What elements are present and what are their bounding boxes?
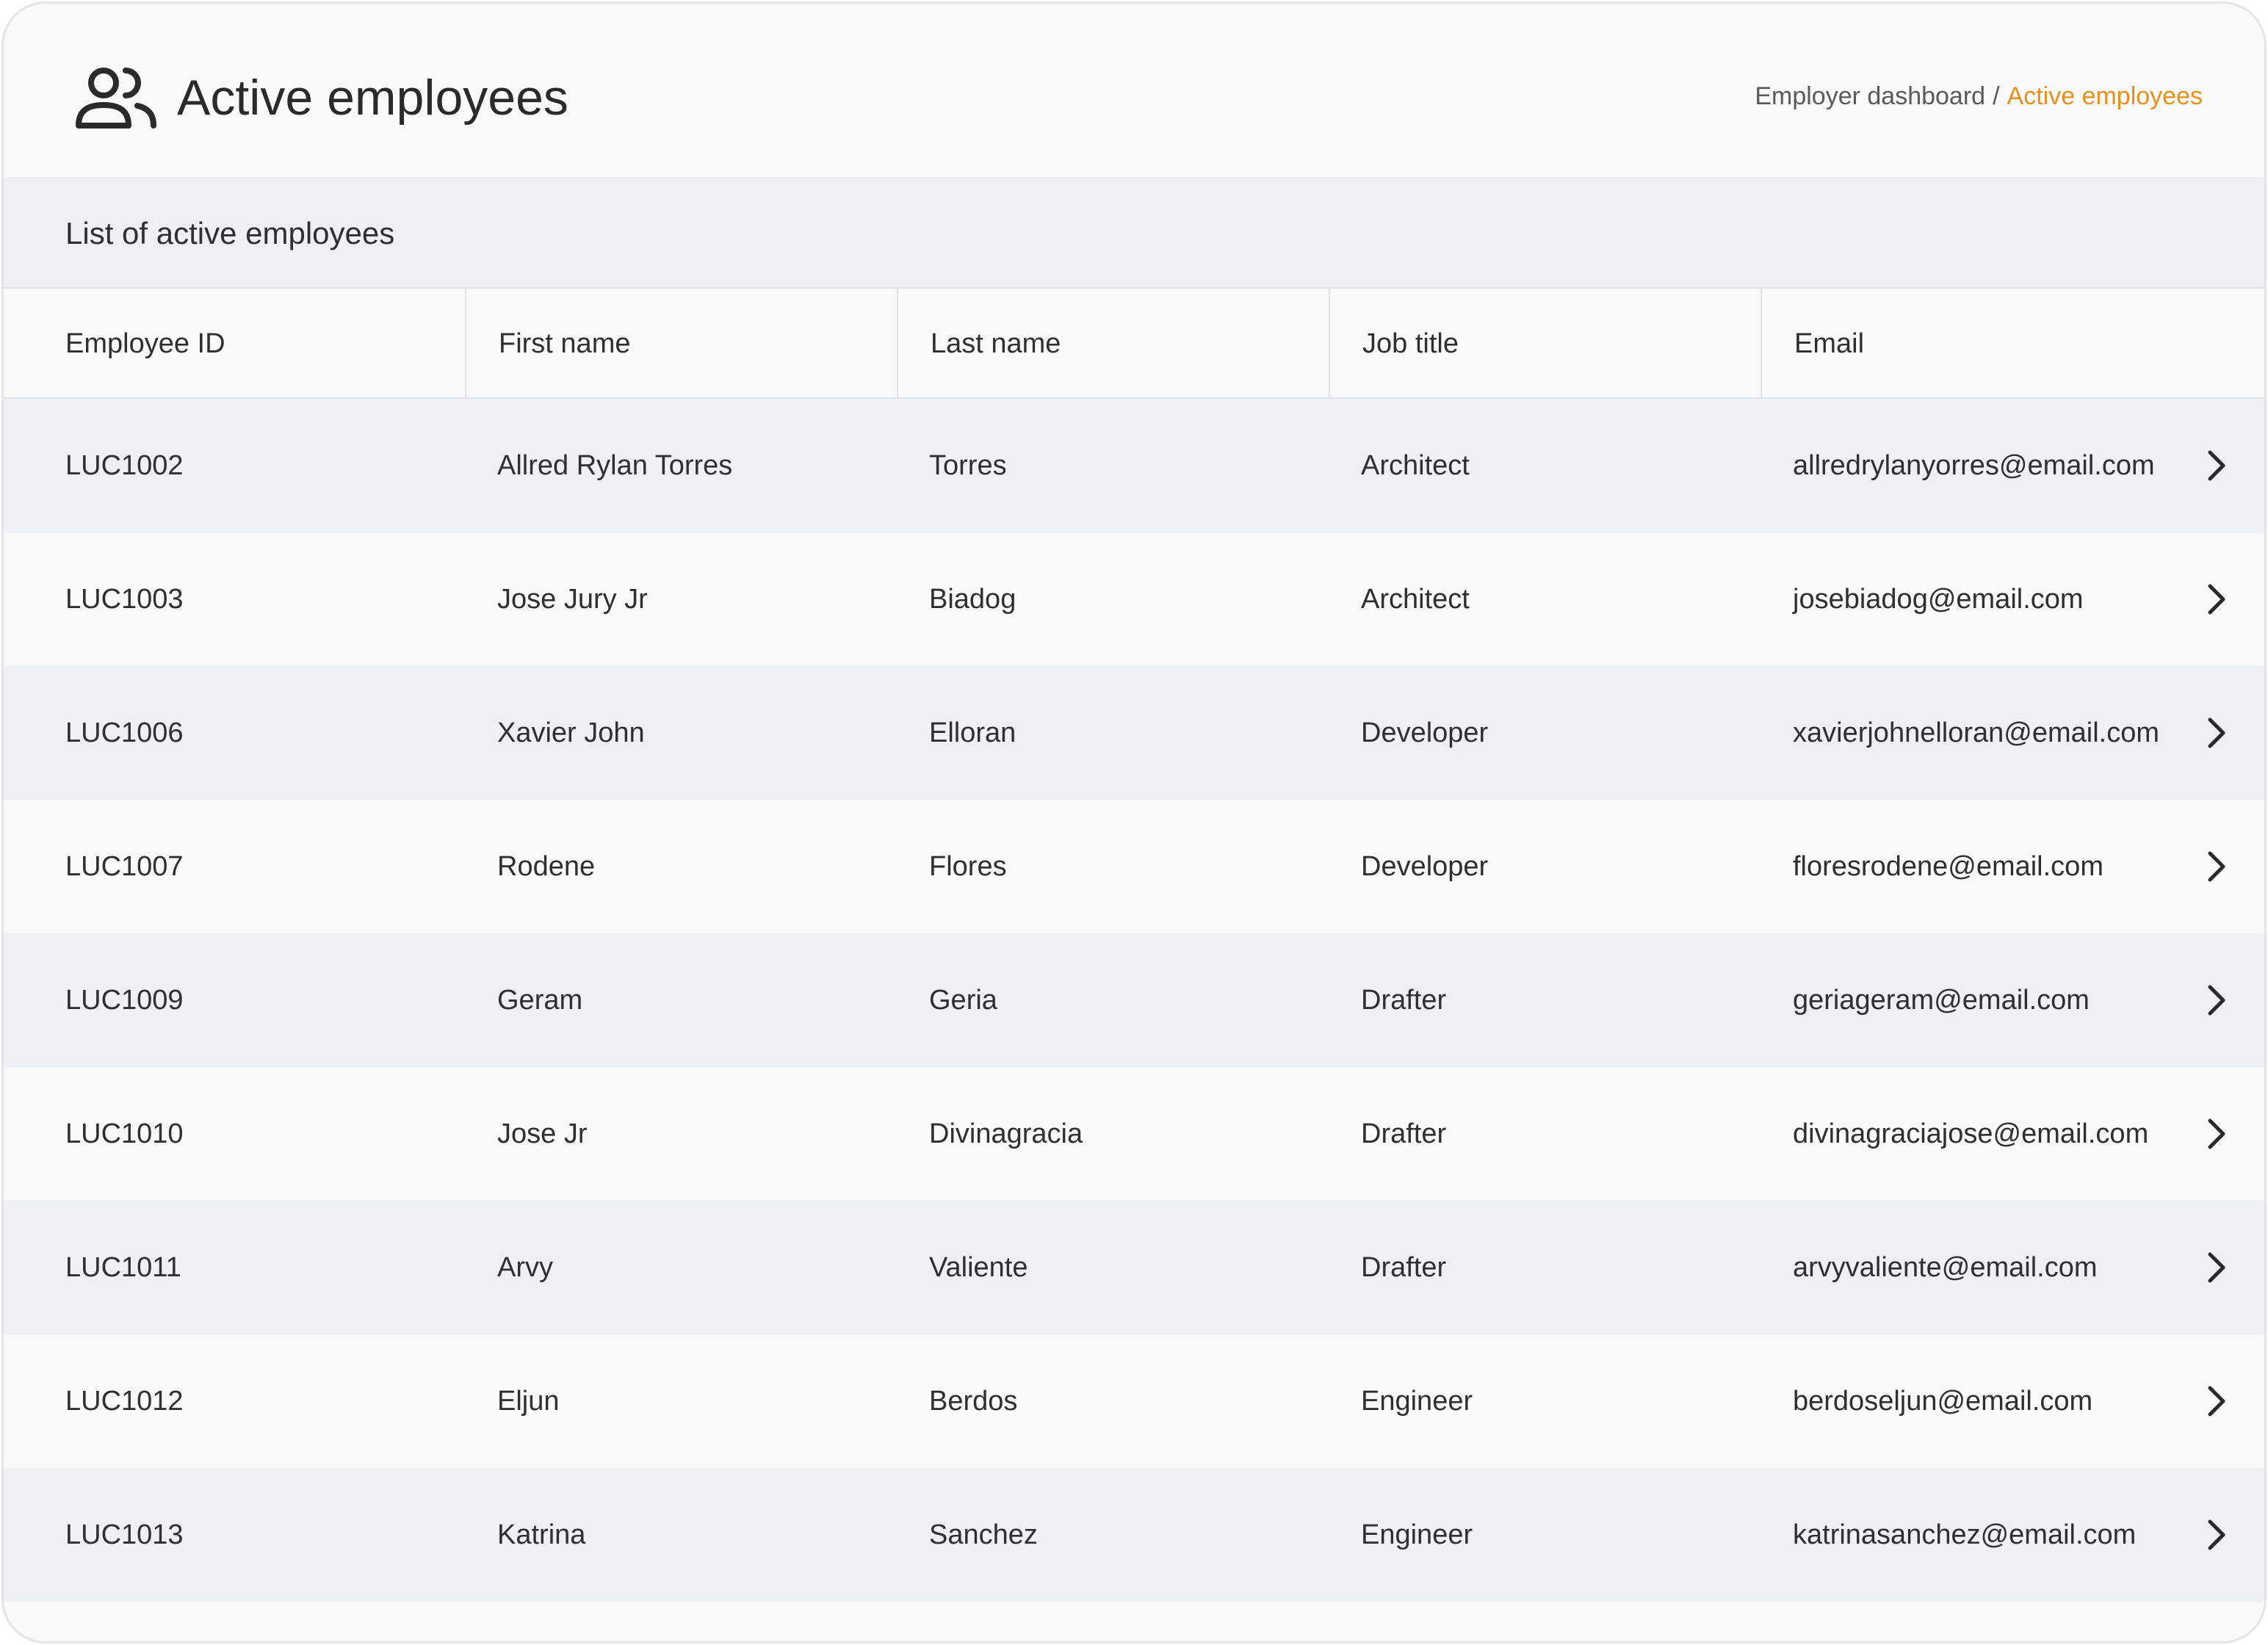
breadcrumb: Employer dashboard / Active employees <box>1755 80 2203 112</box>
column-header-label: First name <box>499 328 631 359</box>
cell-last-name: Flores <box>929 851 1007 882</box>
cell-job-title: Engineer <box>1361 1386 1473 1417</box>
breadcrumb-separator: / <box>1993 82 2000 110</box>
cell-first-name: Katrina <box>497 1519 586 1550</box>
table-row[interactable]: LUC1012 Eljun Berdos Engineer berdoselju… <box>4 1334 2264 1468</box>
cell-email: arvyvaliente@email.com <box>1793 1252 2098 1283</box>
cell-employee-id: LUC1013 <box>65 1519 184 1550</box>
cell-first-name: Geram <box>497 985 583 1016</box>
chevron-right-icon[interactable] <box>2198 448 2233 483</box>
column-header-label: Email <box>1794 328 1865 359</box>
table-row[interactable]: LUC1002 Allred Rylan Torres Torres Archi… <box>4 399 2264 532</box>
cell-last-name: Geria <box>929 985 997 1016</box>
cell-last-name: Valiente <box>929 1252 1028 1283</box>
cell-employee-id: LUC1006 <box>65 717 184 748</box>
cell-first-name: Rodene <box>497 851 596 882</box>
column-header-first-name[interactable]: First name <box>466 289 898 397</box>
table-body: LUC1002 Allred Rylan Torres Torres Archi… <box>4 399 2264 1602</box>
table-row[interactable]: LUC1010 Jose Jr Divinagracia Drafter div… <box>4 1067 2264 1201</box>
table-row[interactable]: LUC1007 Rodene Flores Developer floresro… <box>4 800 2264 933</box>
chevron-right-icon[interactable] <box>2198 1116 2233 1152</box>
cell-email: katrinasanchez@email.com <box>1793 1519 2137 1550</box>
chevron-right-icon[interactable] <box>2198 1250 2233 1285</box>
cell-first-name: Xavier John <box>497 717 645 748</box>
cell-employee-id: LUC1010 <box>65 1118 184 1149</box>
cell-employee-id: LUC1003 <box>65 584 184 615</box>
cell-last-name: Biadog <box>929 584 1016 615</box>
cell-employee-id: LUC1012 <box>65 1386 184 1417</box>
cell-first-name: Allred Rylan Torres <box>497 450 733 481</box>
section-title: List of active employees <box>65 216 395 250</box>
users-icon <box>76 68 156 129</box>
breadcrumb-current: Active employees <box>2007 82 2203 110</box>
table-row[interactable]: LUC1003 Jose Jury Jr Biadog Architect jo… <box>4 532 2264 666</box>
cell-job-title: Drafter <box>1361 1118 1447 1149</box>
cell-first-name: Eljun <box>497 1386 560 1417</box>
column-header-label: Employee ID <box>65 328 225 359</box>
cell-job-title: Developer <box>1361 851 1489 882</box>
chevron-right-icon[interactable] <box>2198 1517 2233 1552</box>
section-header: List of active employees <box>4 177 2264 289</box>
cell-email: divinagraciajose@email.com <box>1793 1118 2149 1149</box>
column-header-job-title[interactable]: Job title <box>1330 289 1762 397</box>
cell-first-name: Arvy <box>497 1252 553 1283</box>
cell-last-name: Sanchez <box>929 1519 1038 1550</box>
cell-job-title: Drafter <box>1361 1252 1447 1283</box>
chevron-right-icon[interactable] <box>2198 715 2233 751</box>
column-header-last-name[interactable]: Last name <box>898 289 1330 397</box>
page-header: Active employees Employer dashboard / Acti… <box>4 4 2264 177</box>
table-row[interactable]: LUC1009 Geram Geria Drafter geriageram@e… <box>4 933 2264 1067</box>
cell-job-title: Developer <box>1361 717 1489 748</box>
table-row[interactable]: LUC1013 Katrina Sanchez Engineer katrina… <box>4 1468 2264 1602</box>
column-header-email[interactable]: Email <box>1762 289 2264 397</box>
chevron-right-icon[interactable] <box>2198 983 2233 1018</box>
cell-email: allredrylanyorres@email.com <box>1793 450 2155 481</box>
column-header-employee-id[interactable]: Employee ID <box>4 289 466 397</box>
cell-last-name: Berdos <box>929 1386 1018 1417</box>
cell-last-name: Torres <box>929 450 1007 481</box>
cell-employee-id: LUC1011 <box>65 1252 181 1283</box>
cell-email: josebiadog@email.com <box>1793 584 2084 615</box>
cell-employee-id: LUC1007 <box>65 851 184 882</box>
cell-first-name: Jose Jury Jr <box>497 584 648 615</box>
cell-job-title: Architect <box>1361 450 1470 481</box>
chevron-right-icon[interactable] <box>2198 849 2233 884</box>
column-header-label: Job title <box>1362 328 1459 359</box>
cell-job-title: Engineer <box>1361 1519 1473 1550</box>
cell-last-name: Elloran <box>929 717 1016 748</box>
table-row[interactable]: LUC1011 Arvy Valiente Drafter arvyvalien… <box>4 1201 2264 1334</box>
table-header: Employee ID First name Last name Job tit… <box>4 289 2264 399</box>
cell-employee-id: LUC1002 <box>65 450 184 481</box>
cell-first-name: Jose Jr <box>497 1118 588 1149</box>
cell-email: xavierjohnelloran@email.com <box>1793 717 2160 748</box>
cell-employee-id: LUC1009 <box>65 985 184 1016</box>
table-row[interactable]: LUC1006 Xavier John Elloran Developer xa… <box>4 666 2264 800</box>
cell-job-title: Drafter <box>1361 985 1447 1016</box>
cell-email: berdoseljun@email.com <box>1793 1386 2093 1417</box>
cell-email: geriageram@email.com <box>1793 985 2090 1016</box>
chevron-right-icon[interactable] <box>2198 582 2233 617</box>
chevron-right-icon[interactable] <box>2198 1384 2233 1419</box>
breadcrumb-employer-dashboard[interactable]: Employer dashboard <box>1755 82 1985 110</box>
app-window: Active employees Employer dashboard / Acti… <box>1 1 2267 1644</box>
cell-last-name: Divinagracia <box>929 1118 1083 1149</box>
column-header-label: Last name <box>931 328 1061 359</box>
cell-email: floresrodene@email.com <box>1793 851 2103 882</box>
cell-job-title: Architect <box>1361 584 1470 615</box>
page-title: Active employees <box>177 70 568 126</box>
